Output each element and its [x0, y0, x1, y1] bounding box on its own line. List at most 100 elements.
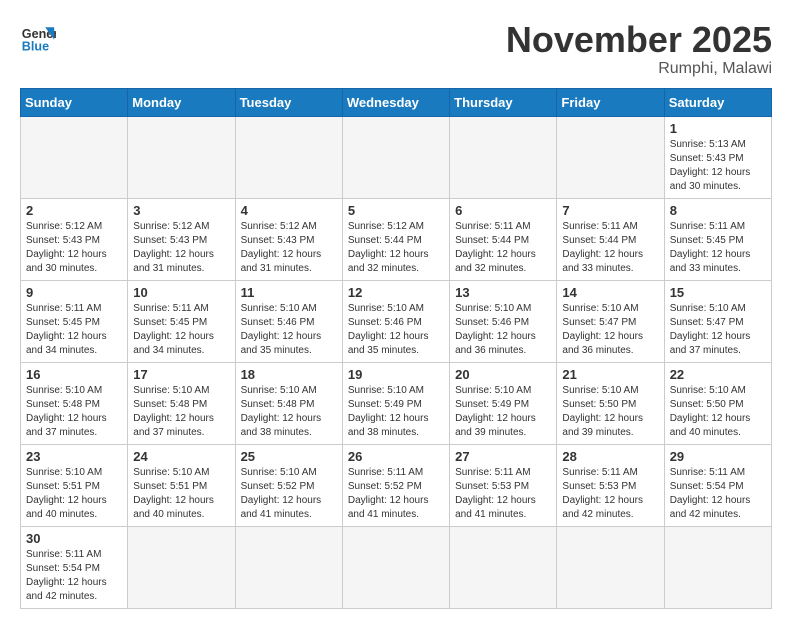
calendar-cell: 6 Sunrise: 5:11 AM Sunset: 5:44 PM Daylig… — [450, 198, 557, 280]
calendar-cell: 24Sunrise: 5:10 AM Sunset: 5:51 PM Dayli… — [128, 444, 235, 526]
calendar-cell: 17 Sunrise: 5:10 AM Sunset: 5:48 PM Dayli… — [128, 362, 235, 444]
day-number: 8 — [670, 203, 766, 218]
day-number: 18 — [241, 367, 337, 382]
day-number: 28 — [562, 449, 658, 464]
calendar-cell: 3 Sunrise: 5:12 AM Sunset: 5:43 PM Daylig… — [128, 198, 235, 280]
day-number: 23 — [26, 449, 122, 464]
weekday-header-wednesday: Wednesday — [342, 88, 449, 116]
calendar-cell: 15Sunrise: 5:10 AM Sunset: 5:47 PM Dayli… — [664, 280, 771, 362]
day-info: Sunrise: 5:11 AM Sunset: 5:44 PM Dayligh… — [562, 220, 658, 276]
weekday-header-monday: Monday — [128, 88, 235, 116]
calendar-cell — [235, 116, 342, 198]
day-info: Sunrise: 5:11 AM Sunset: 5:44 PM Dayligh… — [455, 220, 551, 276]
calendar-week-4: 23 Sunrise: 5:10 AM Sunset: 5:51 PM Dayli… — [21, 444, 772, 526]
location-title: Rumphi, Malawi — [506, 60, 772, 78]
day-number: 16 — [26, 367, 122, 382]
calendar-cell: 30 Sunrise: 5:11 AM Sunset: 5:54 PM Dayli… — [21, 526, 128, 608]
day-number: 25 — [241, 449, 337, 464]
day-number: 19 — [348, 367, 444, 382]
day-info: Sunrise: 5:10 AM Sunset: 5:48 PM Dayligh… — [133, 384, 229, 440]
day-number: 4 — [241, 203, 337, 218]
calendar-week-5: 30 Sunrise: 5:11 AM Sunset: 5:54 PM Dayli… — [21, 526, 772, 608]
day-number: 17 — [133, 367, 229, 382]
calendar-cell: 4 Sunrise: 5:12 AM Sunset: 5:43 PM Daylig… — [235, 198, 342, 280]
calendar-cell: 2 Sunrise: 5:12 AM Sunset: 5:43 PM Daylig… — [21, 198, 128, 280]
day-number: 11 — [241, 285, 337, 300]
weekday-header-tuesday: Tuesday — [235, 88, 342, 116]
day-number: 3 — [133, 203, 229, 218]
day-info: Sunrise: 5:11 AM Sunset: 5:45 PM Dayligh… — [133, 302, 229, 358]
day-number: 7 — [562, 203, 658, 218]
weekday-header-row: SundayMondayTuesdayWednesdayThursdayFrid… — [21, 88, 772, 116]
day-info: Sunrise: 5:10 AM Sunset: 5:46 PM Dayligh… — [455, 302, 551, 358]
calendar-cell: 5 Sunrise: 5:12 AM Sunset: 5:44 PM Daylig… — [342, 198, 449, 280]
title-section: November 2025 Rumphi, Malawi — [506, 20, 772, 78]
day-number: 5 — [348, 203, 444, 218]
day-number: 9 — [26, 285, 122, 300]
day-info: Sunrise: 5:10 AM Sunset: 5:49 PM Dayligh… — [348, 384, 444, 440]
day-info: Sunrise: 5:12 AM Sunset: 5:43 PM Dayligh… — [241, 220, 337, 276]
day-info: Sunrise: 5:10 AM Sunset: 5:52 PM Dayligh… — [241, 466, 337, 522]
day-number: 24 — [133, 449, 229, 464]
calendar-cell — [342, 116, 449, 198]
calendar-week-3: 16 Sunrise: 5:10 AM Sunset: 5:48 PM Dayli… — [21, 362, 772, 444]
day-info: Sunrise: 5:10 AM Sunset: 5:48 PM Dayligh… — [26, 384, 122, 440]
day-number: 2 — [26, 203, 122, 218]
calendar-cell: 13 Sunrise: 5:10 AM Sunset: 5:46 PM Dayli… — [450, 280, 557, 362]
weekday-header-saturday: Saturday — [664, 88, 771, 116]
day-info: Sunrise: 5:11 AM Sunset: 5:54 PM Dayligh… — [670, 466, 766, 522]
day-info: Sunrise: 5:10 AM Sunset: 5:47 PM Dayligh… — [562, 302, 658, 358]
day-number: 13 — [455, 285, 551, 300]
calendar-cell: 14 Sunrise: 5:10 AM Sunset: 5:47 PM Dayli… — [557, 280, 664, 362]
svg-text:Blue: Blue — [22, 40, 49, 54]
calendar-week-1: 2 Sunrise: 5:12 AM Sunset: 5:43 PM Daylig… — [21, 198, 772, 280]
weekday-header-sunday: Sunday — [21, 88, 128, 116]
logo: General Blue — [20, 20, 56, 56]
day-number: 30 — [26, 531, 122, 546]
day-info: Sunrise: 5:12 AM Sunset: 5:43 PM Dayligh… — [26, 220, 122, 276]
calendar-cell: 7 Sunrise: 5:11 AM Sunset: 5:44 PM Daylig… — [557, 198, 664, 280]
calendar-cell: 21 Sunrise: 5:10 AM Sunset: 5:50 PM Dayli… — [557, 362, 664, 444]
calendar-cell — [450, 526, 557, 608]
day-info: Sunrise: 5:12 AM Sunset: 5:44 PM Dayligh… — [348, 220, 444, 276]
day-number: 6 — [455, 203, 551, 218]
calendar-cell: 11Sunrise: 5:10 AM Sunset: 5:46 PM Dayli… — [235, 280, 342, 362]
calendar-cell: 9Sunrise: 5:11 AM Sunset: 5:45 PM Daylig… — [21, 280, 128, 362]
day-info: Sunrise: 5:12 AM Sunset: 5:43 PM Dayligh… — [133, 220, 229, 276]
day-number: 27 — [455, 449, 551, 464]
page-header: General Blue November 2025 Rumphi, Malaw… — [20, 20, 772, 78]
day-number: 14 — [562, 285, 658, 300]
calendar-week-0: 1 Sunrise: 5:13 AM Sunset: 5:43 PM Daylig… — [21, 116, 772, 198]
calendar-cell — [557, 526, 664, 608]
month-title: November 2025 — [506, 20, 772, 60]
day-number: 21 — [562, 367, 658, 382]
calendar-cell: 18 Sunrise: 5:10 AM Sunset: 5:48 PM Dayli… — [235, 362, 342, 444]
calendar-cell: 19 Sunrise: 5:10 AM Sunset: 5:49 PM Dayli… — [342, 362, 449, 444]
day-info: Sunrise: 5:11 AM Sunset: 5:54 PM Dayligh… — [26, 548, 122, 604]
day-info: Sunrise: 5:10 AM Sunset: 5:46 PM Dayligh… — [348, 302, 444, 358]
calendar-cell: 23 Sunrise: 5:10 AM Sunset: 5:51 PM Dayli… — [21, 444, 128, 526]
day-info: Sunrise: 5:10 AM Sunset: 5:50 PM Dayligh… — [670, 384, 766, 440]
day-info: Sunrise: 5:10 AM Sunset: 5:49 PM Dayligh… — [455, 384, 551, 440]
day-info: Sunrise: 5:11 AM Sunset: 5:53 PM Dayligh… — [455, 466, 551, 522]
day-info: Sunrise: 5:11 AM Sunset: 5:53 PM Dayligh… — [562, 466, 658, 522]
day-info: Sunrise: 5:10 AM Sunset: 5:51 PM Dayligh… — [26, 466, 122, 522]
day-number: 22 — [670, 367, 766, 382]
calendar-cell: 28 Sunrise: 5:11 AM Sunset: 5:53 PM Dayli… — [557, 444, 664, 526]
day-info: Sunrise: 5:10 AM Sunset: 5:48 PM Dayligh… — [241, 384, 337, 440]
day-number: 20 — [455, 367, 551, 382]
day-number: 1 — [670, 121, 766, 136]
calendar-table: SundayMondayTuesdayWednesdayThursdayFrid… — [20, 88, 772, 609]
calendar-cell: 10Sunrise: 5:11 AM Sunset: 5:45 PM Dayli… — [128, 280, 235, 362]
weekday-header-thursday: Thursday — [450, 88, 557, 116]
day-number: 26 — [348, 449, 444, 464]
day-info: Sunrise: 5:10 AM Sunset: 5:50 PM Dayligh… — [562, 384, 658, 440]
calendar-cell: 20 Sunrise: 5:10 AM Sunset: 5:49 PM Dayli… — [450, 362, 557, 444]
day-number: 12 — [348, 285, 444, 300]
calendar-cell: 1 Sunrise: 5:13 AM Sunset: 5:43 PM Daylig… — [664, 116, 771, 198]
day-info: Sunrise: 5:13 AM Sunset: 5:43 PM Dayligh… — [670, 138, 766, 194]
day-info: Sunrise: 5:11 AM Sunset: 5:52 PM Dayligh… — [348, 466, 444, 522]
logo-icon: General Blue — [20, 20, 56, 56]
calendar-cell: 22 Sunrise: 5:10 AM Sunset: 5:50 PM Dayli… — [664, 362, 771, 444]
calendar-cell: 29Sunrise: 5:11 AM Sunset: 5:54 PM Dayli… — [664, 444, 771, 526]
